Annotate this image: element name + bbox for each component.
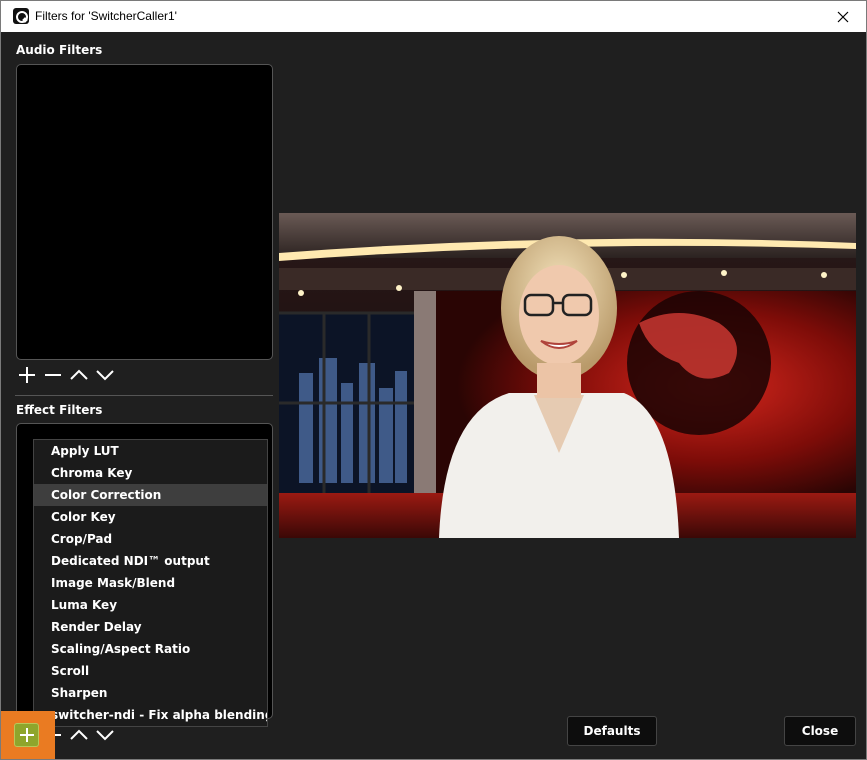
menu-item-image-mask-blend[interactable]: Image Mask/Blend xyxy=(34,572,267,594)
menu-item-color-correction[interactable]: Color Correction xyxy=(34,484,267,506)
menu-item-switcher-ndi-fix-alpha[interactable]: switcher-ndi - Fix alpha blending xyxy=(34,704,267,726)
section-divider xyxy=(15,395,273,396)
close-window-button[interactable] xyxy=(820,1,866,32)
defaults-button[interactable]: Defaults xyxy=(567,716,657,746)
add-audio-filter-button[interactable] xyxy=(16,365,38,385)
window-title: Filters for 'SwitcherCaller1' xyxy=(35,9,177,23)
plus-icon xyxy=(19,728,34,742)
app-icon xyxy=(13,8,29,24)
menu-item-scroll[interactable]: Scroll xyxy=(34,660,267,682)
menu-item-scaling-aspect-ratio[interactable]: Scaling/Aspect Ratio xyxy=(34,638,267,660)
title-bar: Filters for 'SwitcherCaller1' xyxy=(1,1,866,32)
remove-audio-filter-button[interactable] xyxy=(42,365,64,385)
minus-icon xyxy=(45,374,61,376)
chevron-up-icon xyxy=(70,369,88,380)
move-audio-filter-down-button[interactable] xyxy=(94,365,116,385)
chevron-down-icon xyxy=(96,730,114,741)
effect-filters-label: Effect Filters xyxy=(16,403,103,417)
chevron-up-icon xyxy=(70,729,88,740)
add-effect-filter-highlight xyxy=(1,711,55,759)
menu-item-luma-key[interactable]: Luma Key xyxy=(34,594,267,616)
menu-item-render-delay[interactable]: Render Delay xyxy=(34,616,267,638)
move-audio-filter-up-button[interactable] xyxy=(68,365,90,385)
source-preview xyxy=(279,213,856,538)
menu-item-dedicated-ndi-output[interactable]: Dedicated NDI™ output xyxy=(34,550,267,572)
preview-image xyxy=(279,213,856,538)
move-effect-filter-down-button[interactable] xyxy=(94,725,116,745)
menu-item-chroma-key[interactable]: Chroma Key xyxy=(34,462,267,484)
close-icon xyxy=(837,11,849,22)
menu-item-color-key[interactable]: Color Key xyxy=(34,506,267,528)
close-button[interactable]: Close xyxy=(784,716,856,746)
chevron-down-icon xyxy=(96,370,114,381)
add-filter-menu[interactable]: Apply LUT Chroma Key Color Correction Co… xyxy=(33,439,268,727)
menu-item-apply-lut[interactable]: Apply LUT xyxy=(34,440,267,462)
menu-item-crop-pad[interactable]: Crop/Pad xyxy=(34,528,267,550)
audio-filters-label: Audio Filters xyxy=(16,43,103,57)
move-effect-filter-up-button[interactable] xyxy=(68,725,90,745)
plus-icon xyxy=(19,367,35,383)
filters-dialog: Filters for 'SwitcherCaller1' Audio Filt… xyxy=(0,0,867,760)
audio-filters-list[interactable] xyxy=(16,64,273,360)
add-effect-filter-button[interactable] xyxy=(14,723,39,747)
menu-item-sharpen[interactable]: Sharpen xyxy=(34,682,267,704)
